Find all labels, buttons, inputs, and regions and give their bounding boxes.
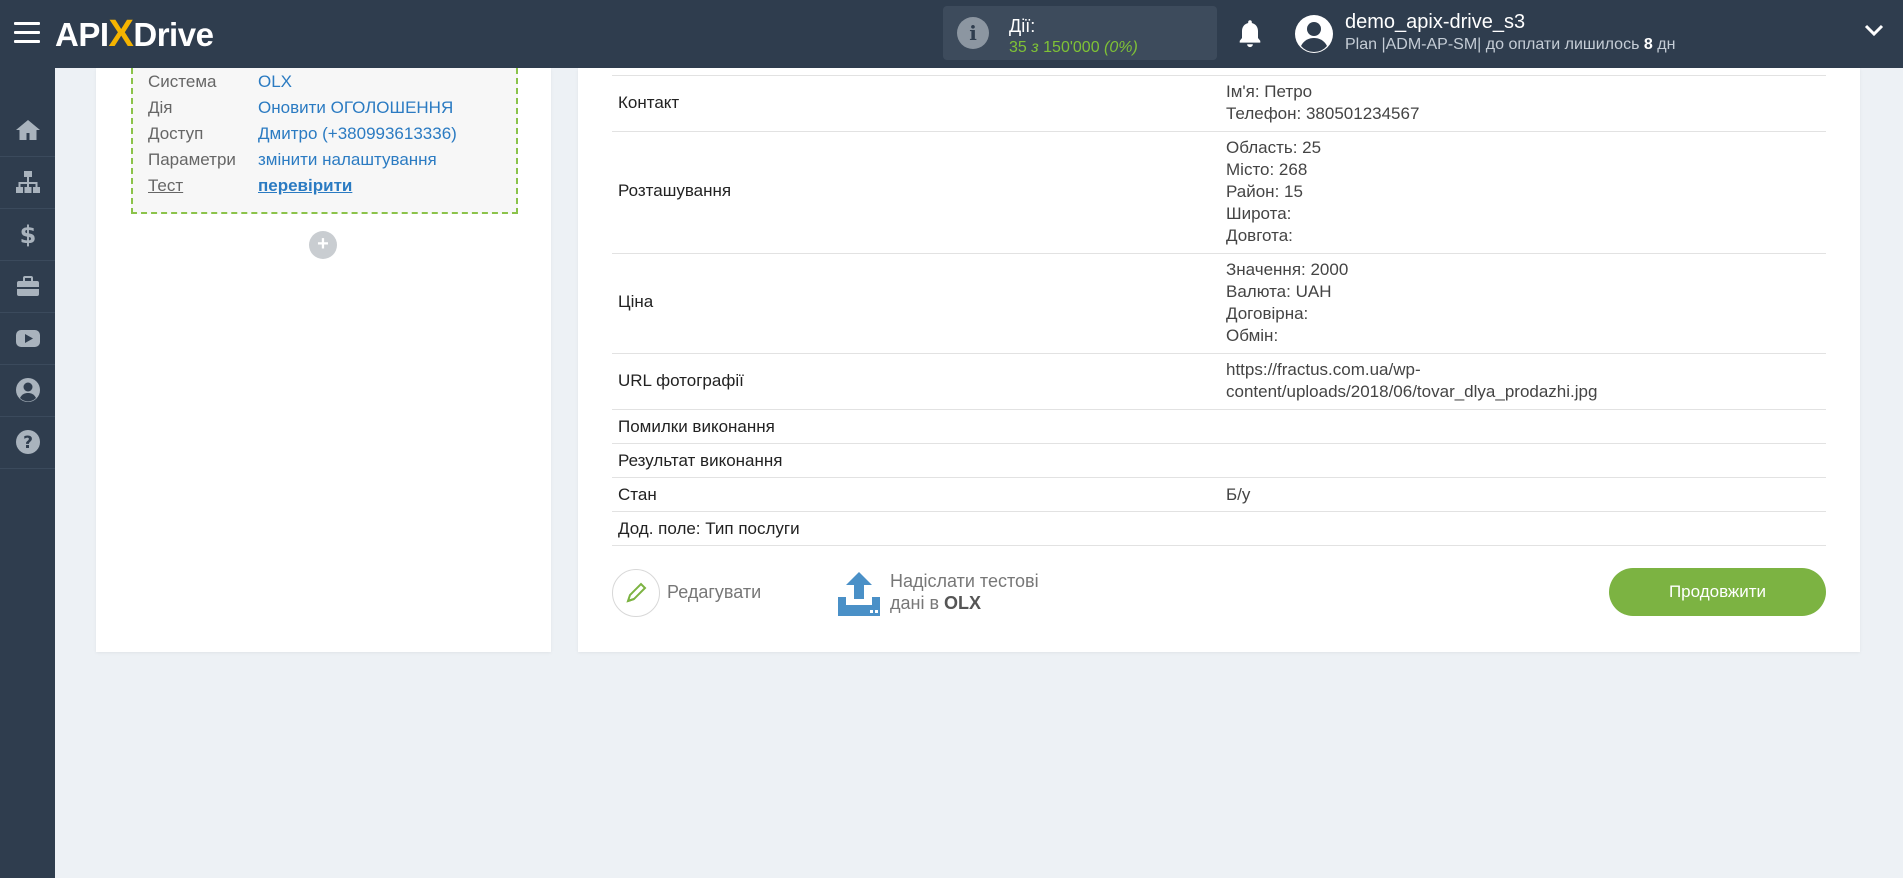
field-value: Область: 25 Місто: 268 Район: 15 Широта: Дов… <box>1226 138 1322 245</box>
edit-button[interactable] <box>612 569 660 617</box>
table-row: URL фотографії https://fractus.com.ua/wp… <box>612 354 1826 410</box>
upload-icon[interactable] <box>836 570 882 618</box>
pencil-icon <box>626 582 647 603</box>
field-name: Помилки виконання <box>618 417 775 436</box>
field-name: Результат виконання <box>618 451 783 470</box>
table-row: Стан Б/у <box>612 478 1826 512</box>
field-name: Стан <box>618 485 657 504</box>
continue-button[interactable]: Продовжити <box>1609 568 1826 616</box>
sidebar-item-help[interactable]: ? <box>0 416 55 469</box>
table-row: Помилки виконання <box>612 410 1826 444</box>
field-value: https://fractus.com.ua/wp-content/upload… <box>1226 360 1598 401</box>
sidebar-item-connections[interactable] <box>0 156 55 209</box>
chevron-down-icon[interactable] <box>1864 24 1884 38</box>
table-row: Дод. поле: Тип послуги <box>612 512 1826 546</box>
field-value: Ім'я: Петро Телефон: 380501234567 <box>1226 82 1420 123</box>
connection-row-test: Тест перевірити <box>148 176 353 195</box>
actions-label: Дії: <box>1009 16 1036 36</box>
sidebar: $ ? <box>0 68 55 878</box>
username[interactable]: demo_apix-drive_s3 <box>1345 11 1525 34</box>
field-name: Ціна <box>618 292 654 311</box>
field-name: URL фотографії <box>618 371 744 390</box>
user-avatar-icon[interactable] <box>1294 14 1334 54</box>
briefcase-icon <box>16 276 39 296</box>
field-value: Б/у <box>1226 485 1251 504</box>
home-icon <box>15 120 40 140</box>
dollar-icon: $ <box>19 221 36 248</box>
actions-counter: i Дії: 35 з 150'000 (0%) <box>943 6 1217 60</box>
test-data-card: Контакт Ім'я: Петро Телефон: 380501234567… <box>578 68 1860 652</box>
sitemap-icon <box>15 171 40 193</box>
logo-drive: Drive <box>133 16 214 53</box>
connection-block: Система OLX Дія Оновити ОГОЛОШЕННЯ Доступ Д… <box>131 68 518 214</box>
sidebar-item-video[interactable] <box>0 312 55 365</box>
svg-text:?: ? <box>23 433 33 453</box>
field-name: Контакт <box>618 93 680 112</box>
field-name: Дод. поле: Тип послуги <box>618 519 800 538</box>
params-link[interactable]: змінити налаштування <box>258 150 437 169</box>
sidebar-item-account[interactable] <box>0 364 55 417</box>
table-row: Ціна Значення: 2000 Валюта: UAH Договірна:… <box>612 254 1826 354</box>
connection-card: Система OLX Дія Оновити ОГОЛОШЕННЯ Доступ Д… <box>96 68 551 652</box>
table-row: Результат виконання <box>612 444 1826 478</box>
field-name: Розташування <box>618 181 732 200</box>
action-link[interactable]: Оновити ОГОЛОШЕННЯ <box>258 98 453 117</box>
test-link[interactable]: перевірити <box>258 176 352 195</box>
add-block-button[interactable]: + <box>309 231 337 259</box>
connection-row-params: Параметри змінити налаштування <box>148 150 437 169</box>
edit-label[interactable]: Редагувати <box>667 582 761 603</box>
table-row: Розташування Область: 25 Місто: 268 Район:… <box>612 132 1826 254</box>
connection-row-action: Дія Оновити ОГОЛОШЕННЯ <box>148 98 454 117</box>
info-icon: i <box>957 17 989 49</box>
top-bar: APIXDrive i Дії: 35 з 150'000 (0%) demo_… <box>0 0 1903 68</box>
user-circle-icon <box>15 378 40 402</box>
bell-icon[interactable] <box>1236 18 1264 50</box>
actions-count: 35 з 150'000 (0%) <box>1009 39 1138 56</box>
hamburger-icon[interactable] <box>14 22 40 44</box>
connection-row-access: Доступ Дмитро (+380993613336) <box>148 124 457 143</box>
connection-row-system: Система OLX <box>148 72 293 91</box>
field-value: Значення: 2000 Валюта: UAH Договірна: Обмін… <box>1226 260 1349 345</box>
plan-info: Plan |ADM-AP-SM| до оплати лишилось 8 дн <box>1345 36 1676 53</box>
svg-text:$: $ <box>19 221 36 248</box>
table-row: Контакт Ім'я: Петро Телефон: 380501234567 <box>612 76 1826 132</box>
send-test-data-button[interactable]: Надіслати тестові дані в OLX <box>890 570 1039 614</box>
logo-x: X <box>108 13 134 55</box>
logo[interactable]: APIXDrive <box>55 12 214 56</box>
help-icon: ? <box>15 430 40 454</box>
sidebar-item-services[interactable] <box>0 260 55 313</box>
access-link[interactable]: Дмитро (+380993613336) <box>258 124 457 143</box>
youtube-icon <box>15 330 40 347</box>
logo-api: API <box>55 16 109 53</box>
sidebar-item-home[interactable] <box>0 104 55 157</box>
system-link[interactable]: OLX <box>258 72 292 91</box>
sidebar-item-billing[interactable]: $ <box>0 208 55 261</box>
